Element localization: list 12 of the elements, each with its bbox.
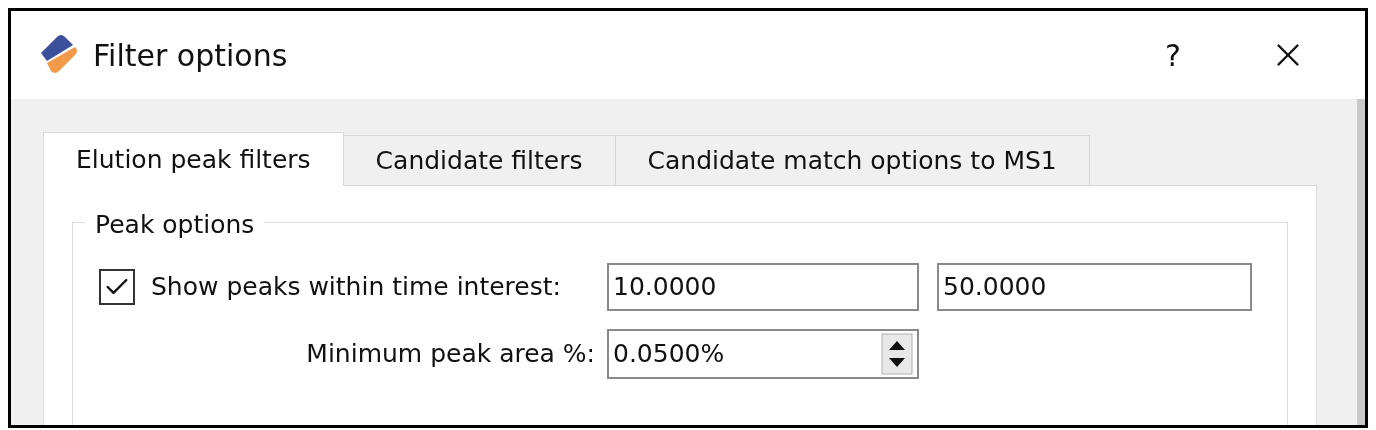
tab[interactable]: Elution peak filters	[43, 132, 344, 186]
tab[interactable]: Candidate match options to MS1	[614, 135, 1090, 185]
min-area-spinbox[interactable]: 0.0500%	[607, 329, 919, 379]
time-from-field[interactable]: 10.0000	[607, 263, 919, 311]
min-area-value: 0.0500%	[613, 338, 726, 371]
min-area-label: Minimum peak area %:	[305, 338, 596, 371]
checkbox-label: Show peaks within time interest:	[151, 271, 562, 304]
time-to-field[interactable]: 50.0000	[937, 263, 1252, 311]
help-button[interactable]: ?	[1143, 32, 1203, 78]
time-interest-checkbox[interactable]	[99, 269, 135, 305]
spin-arrows-icon[interactable]	[881, 333, 913, 375]
window-title: Filter options	[93, 36, 288, 75]
